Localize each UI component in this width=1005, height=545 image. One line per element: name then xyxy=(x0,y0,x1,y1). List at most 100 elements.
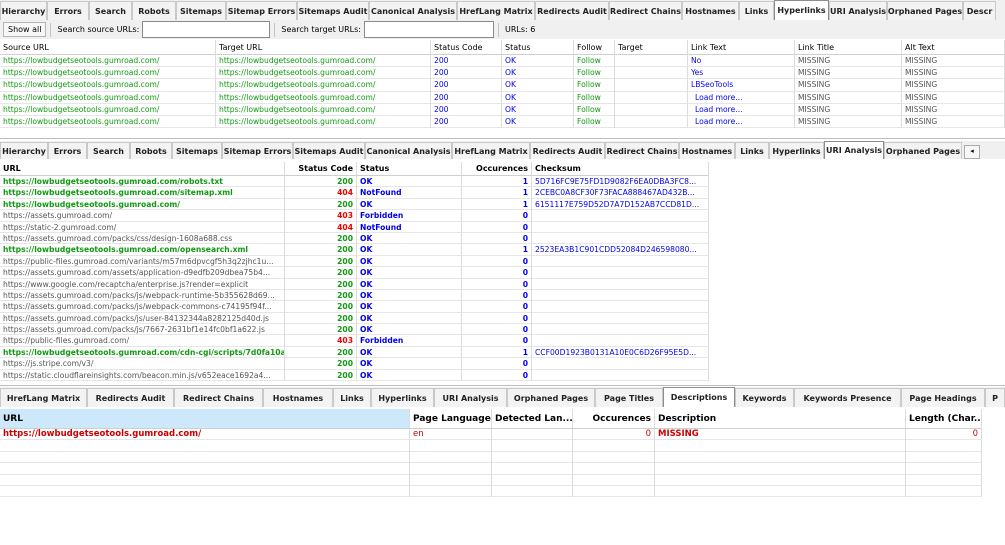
column-header-occurences[interactable]: Occurences xyxy=(462,162,532,176)
column-header-url[interactable]: URL xyxy=(0,409,410,429)
search-target-input[interactable] xyxy=(364,21,494,38)
tab-robots[interactable]: Robots xyxy=(132,1,176,20)
tab-page-headings[interactable]: Page Headings xyxy=(901,388,985,407)
tab-sitemap-errors[interactable]: Sitemap Errors xyxy=(222,142,293,159)
tab-search[interactable]: Search xyxy=(89,1,132,20)
pane-splitter[interactable] xyxy=(0,385,1005,386)
column-header-detected-lan[interactable]: Detected Lan... xyxy=(492,409,573,429)
tab-links[interactable]: Links xyxy=(735,142,769,159)
tab-redirect-chains[interactable]: Redirect Chains xyxy=(605,142,679,159)
table-row[interactable]: https://js.stripe.com/v3/200 OK 0 xyxy=(0,358,1005,370)
tab-canonical-analysis[interactable]: Canonical Analysis xyxy=(369,1,457,20)
table-row[interactable]: https://lowbudgetseotools.gumroad.com/ht… xyxy=(0,103,1005,116)
column-header-status-code[interactable]: Status Code xyxy=(285,162,357,176)
tab-redirect-chains[interactable]: Redirect Chains xyxy=(609,1,682,20)
tab-hreflang-matrix[interactable]: HrefLang Matrix xyxy=(452,142,530,159)
tab-uri-analysis[interactable]: URI Analysis xyxy=(434,388,507,407)
table-row[interactable]: https://lowbudgetseotools.gumroad.com/ht… xyxy=(0,91,1005,104)
tab-hyperlinks[interactable]: Hyperlinks xyxy=(769,142,824,159)
column-header-description[interactable]: Description xyxy=(655,409,906,429)
tab-robots[interactable]: Robots xyxy=(130,142,172,159)
column-header-alt-text[interactable]: Alt Text xyxy=(902,40,1005,55)
column-header-status[interactable]: Status xyxy=(357,162,462,176)
tab-uri-analysis[interactable]: URI Analysis xyxy=(829,1,887,20)
column-header-source-url[interactable]: Source URL xyxy=(0,40,216,55)
table-row[interactable]: https://lowbudgetseotools.gumroad.com/op… xyxy=(0,244,1005,256)
tab-descr[interactable]: Descr xyxy=(963,1,996,20)
tab-sitemap-errors[interactable]: Sitemap Errors xyxy=(226,1,297,20)
table-row[interactable]: https://public-files.gumroad.com/variant… xyxy=(0,255,1005,268)
column-header-status-code[interactable]: Status Code xyxy=(431,40,502,55)
tab-orphaned-pages[interactable]: Orphaned Pages xyxy=(884,142,962,159)
table-row[interactable]: https://assets.gumroad.com/packs/js/7667… xyxy=(0,324,1005,336)
tab-orphaned-pages[interactable]: Orphaned Pages xyxy=(507,388,595,407)
cell-status: OK xyxy=(502,91,574,104)
tab-hostnames[interactable]: Hostnames xyxy=(679,142,735,159)
tab-keywords-presence[interactable]: Keywords Presence xyxy=(794,388,901,407)
table-row[interactable]: https://assets.gumroad.com/assets/applic… xyxy=(0,267,1005,279)
column-header-follow[interactable]: Follow xyxy=(574,40,615,55)
tab-scroll-left-button[interactable]: ◂ xyxy=(964,145,980,159)
tab-sitemaps[interactable]: Sitemaps xyxy=(172,142,222,159)
tab-redirects-audit[interactable]: Redirects Audit xyxy=(530,142,605,159)
tab-uri-analysis[interactable]: URI Analysis xyxy=(824,141,884,159)
table-row[interactable]: https://public-files.gumroad.com/403 Forb… xyxy=(0,335,1005,347)
cell-source-url: https://lowbudgetseotools.gumroad.com/ xyxy=(0,91,216,104)
table-row[interactable]: https://lowbudgetseotools.gumroad.com/ht… xyxy=(0,67,1005,80)
tab-sitemaps[interactable]: Sitemaps xyxy=(176,1,226,20)
table-row[interactable]: https://assets.gumroad.com/packs/css/des… xyxy=(0,232,1005,245)
table-row[interactable]: https://lowbudgetseotools.gumroad.com/cd… xyxy=(0,346,1005,359)
tab-orphaned-pages[interactable]: Orphaned Pages xyxy=(887,1,963,20)
tab-hostnames[interactable]: Hostnames xyxy=(263,388,333,407)
tab-hreflang-matrix[interactable]: HrefLang Matrix xyxy=(457,1,535,20)
tab-hyperlinks[interactable]: Hyperlinks xyxy=(774,0,829,20)
table-row[interactable]: https://assets.gumroad.com/403 Forbidden 0 xyxy=(0,210,1005,222)
tab-keywords[interactable]: Keywords xyxy=(735,388,794,407)
table-row[interactable]: https://lowbudgetseotools.gumroad.com/ht… xyxy=(0,115,1005,129)
tab-links[interactable]: Links xyxy=(333,388,371,407)
table-row[interactable]: https://lowbudgetseotools.gumroad.com/ht… xyxy=(0,79,1005,92)
tab-redirects-audit[interactable]: Redirects Audit xyxy=(87,388,174,407)
tab-hierarchy[interactable]: Hierarchy xyxy=(0,1,47,20)
tab-sitemaps-audit[interactable]: Sitemaps Audit xyxy=(297,1,369,20)
table-row[interactable]: https://lowbudgetseotools.gumroad.com/ro… xyxy=(0,176,1005,188)
table-row[interactable]: https://lowbudgetseotools.gumroad.com/20… xyxy=(0,198,1005,211)
column-header-link-title[interactable]: Link Title xyxy=(795,40,902,55)
pane-splitter[interactable] xyxy=(0,138,1005,139)
table-row[interactable]: https://static.cloudflareinsights.com/be… xyxy=(0,369,1005,382)
column-header-page-language[interactable]: Page Language xyxy=(410,409,492,429)
tab-search[interactable]: Search xyxy=(87,142,130,159)
table-row[interactable]: https://www.google.com/recaptcha/enterpr… xyxy=(0,278,1005,290)
tab-canonical-analysis[interactable]: Canonical Analysis xyxy=(365,142,452,159)
show-all-button[interactable]: Show all xyxy=(3,22,47,37)
column-header-length-char[interactable]: Length (Char... xyxy=(906,409,982,429)
tab-hyperlinks[interactable]: Hyperlinks xyxy=(371,388,434,407)
table-row[interactable]: https://static-2.gumroad.com/404 NotFound… xyxy=(0,221,1005,233)
table-row[interactable]: https://assets.gumroad.com/packs/js/user… xyxy=(0,312,1005,325)
column-header-target-url[interactable]: Target URL xyxy=(216,40,431,55)
column-header-occurences[interactable]: Occurences xyxy=(573,409,655,429)
table-row[interactable]: https://assets.gumroad.com/packs/js/webp… xyxy=(0,289,1005,302)
tab-hierarchy[interactable]: Hierarchy xyxy=(0,142,48,159)
tab-descriptions[interactable]: Descriptions xyxy=(663,387,735,407)
table-row[interactable]: https://lowbudgetseotools.gumroad.com/en… xyxy=(0,429,1005,441)
column-header-status[interactable]: Status xyxy=(502,40,574,55)
tab-page-titles[interactable]: Page Titles xyxy=(595,388,663,407)
column-header-target[interactable]: Target xyxy=(615,40,688,55)
table-row[interactable]: https://assets.gumroad.com/packs/js/webp… xyxy=(0,301,1005,313)
tab-redirects-audit[interactable]: Redirects Audit xyxy=(535,1,609,20)
table-row[interactable]: https://lowbudgetseotools.gumroad.com/ht… xyxy=(0,55,1005,68)
tab-links[interactable]: Links xyxy=(739,1,774,20)
tab-p[interactable]: P xyxy=(985,388,1005,407)
tab-redirect-chains[interactable]: Redirect Chains xyxy=(174,388,263,407)
tab-hostnames[interactable]: Hostnames xyxy=(682,1,739,20)
search-source-input[interactable] xyxy=(142,21,271,38)
tab-errors[interactable]: Errors xyxy=(47,1,89,20)
column-header-link-text[interactable]: Link Text xyxy=(688,40,795,55)
column-header-checksum[interactable]: Checksum xyxy=(532,162,709,176)
tab-errors[interactable]: Errors xyxy=(48,142,87,159)
tab-hreflang-matrix[interactable]: HrefLang Matrix xyxy=(0,388,87,407)
tab-sitemaps-audit[interactable]: Sitemaps Audit xyxy=(293,142,365,159)
table-row[interactable]: https://lowbudgetseotools.gumroad.com/si… xyxy=(0,187,1005,199)
column-header-url[interactable]: URL xyxy=(0,162,285,176)
